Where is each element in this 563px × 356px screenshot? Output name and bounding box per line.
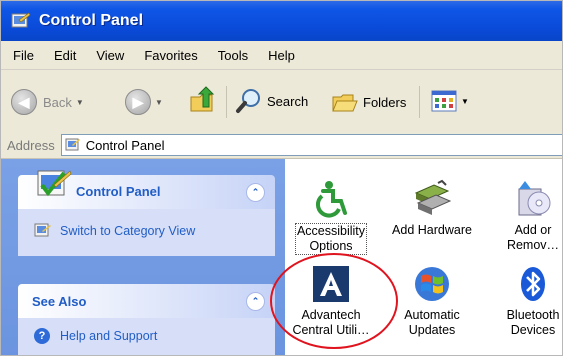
window-title: Control Panel [39,12,144,29]
views-dropdown-icon: ▼ [461,96,469,106]
task-pane: Control Panel ⌃ Switch to Category View … [1,159,285,355]
search-icon [236,89,260,113]
address-bar: Address Control Panel [1,132,562,159]
item-bluetooth-devices[interactable]: Bluetooth Devices [491,264,562,338]
explorer-window: Control Panel File Edit View Favorites T… [0,0,563,356]
folders-label: Folders [363,94,407,110]
switch-view-icon [34,223,51,237]
control-panel-box-header[interactable]: Control Panel ⌃ [18,170,275,209]
item-automatic-updates[interactable]: Automatic Updates [390,264,474,338]
item-label-line1: Bluetooth [506,308,560,322]
see-also-box-body: ? Help and Support [18,318,275,355]
menu-file[interactable]: File [13,48,34,63]
toolbar: ◀ Back ▼ ▶ ▼ Search Folders ▼ [1,70,562,133]
forward-arrow-icon: ▶ [125,89,151,115]
back-button[interactable]: ◀ Back ▼ [11,89,84,115]
views-button[interactable]: ▼ [431,90,469,112]
help-support-label: Help and Support [60,329,158,343]
add-remove-programs-icon [513,179,553,219]
accessibility-icon [311,179,351,219]
see-also-title: See Also [32,294,87,309]
control-panel-small-icon [65,138,81,152]
menu-view[interactable]: View [96,48,124,63]
help-icon: ? [34,328,50,344]
item-label-line2: Remov… [506,238,560,252]
menu-help[interactable]: Help [268,48,295,63]
up-folder-icon [190,86,215,112]
address-value: Control Panel [85,137,165,153]
menu-edit[interactable]: Edit [54,48,76,63]
help-support-link[interactable]: ? Help and Support [34,328,157,344]
back-label: Back [43,94,72,110]
menu-tools[interactable]: Tools [218,48,248,63]
title-bar[interactable]: Control Panel [1,1,562,41]
item-accessibility-options[interactable]: Accessibility Options [289,179,373,255]
item-label-line2: Devices [510,323,556,337]
folders-icon [332,94,358,112]
folders-button[interactable]: Folders [331,89,406,115]
forward-dropdown-icon: ▼ [155,97,163,107]
see-also-box: See Also ⌃ ? Help and Support [18,284,275,355]
item-label-line2: Options [309,239,353,253]
item-label-line1: Accessibility [296,224,366,238]
windows-flag-icon [412,264,452,304]
search-label: Search [267,93,309,109]
item-add-hardware[interactable]: Add Hardware [390,179,474,238]
switch-category-link[interactable]: Switch to Category View [34,223,195,239]
back-dropdown-icon: ▼ [75,97,84,107]
item-label-line1: Automatic [404,308,460,322]
highlight-circle [270,253,398,349]
menu-bar: File Edit View Favorites Tools Help [1,41,562,70]
collapse-chevron-icon[interactable]: ⌃ [246,183,265,202]
back-arrow-icon: ◀ [11,89,37,115]
up-folder-button[interactable] [188,85,218,115]
item-label-line1: Add or [514,223,552,237]
control-panel-box-title: Control Panel [76,184,161,199]
forward-button[interactable]: ▶ ▼ [125,89,163,115]
control-panel-box-body: Switch to Category View [18,209,275,256]
control-panel-box: Control Panel ⌃ Switch to Category View [18,170,275,256]
views-icon [431,90,457,112]
see-also-box-header[interactable]: See Also ⌃ [18,284,275,318]
control-panel-icon [11,12,31,30]
item-label-line2: Updates [408,323,456,337]
search-button[interactable]: Search [235,87,308,115]
address-label: Address [7,137,55,153]
add-hardware-icon [412,179,452,219]
bluetooth-icon [513,264,553,304]
menu-favorites[interactable]: Favorites [144,48,197,63]
collapse-chevron-icon[interactable]: ⌃ [246,292,265,311]
item-label-line1: Add Hardware [392,223,472,237]
control-panel-large-icon [36,167,72,204]
address-field[interactable]: Control Panel [60,134,562,156]
switch-category-label: Switch to Category View [60,224,196,238]
item-add-remove-programs[interactable]: Add or Remov… [491,179,562,253]
